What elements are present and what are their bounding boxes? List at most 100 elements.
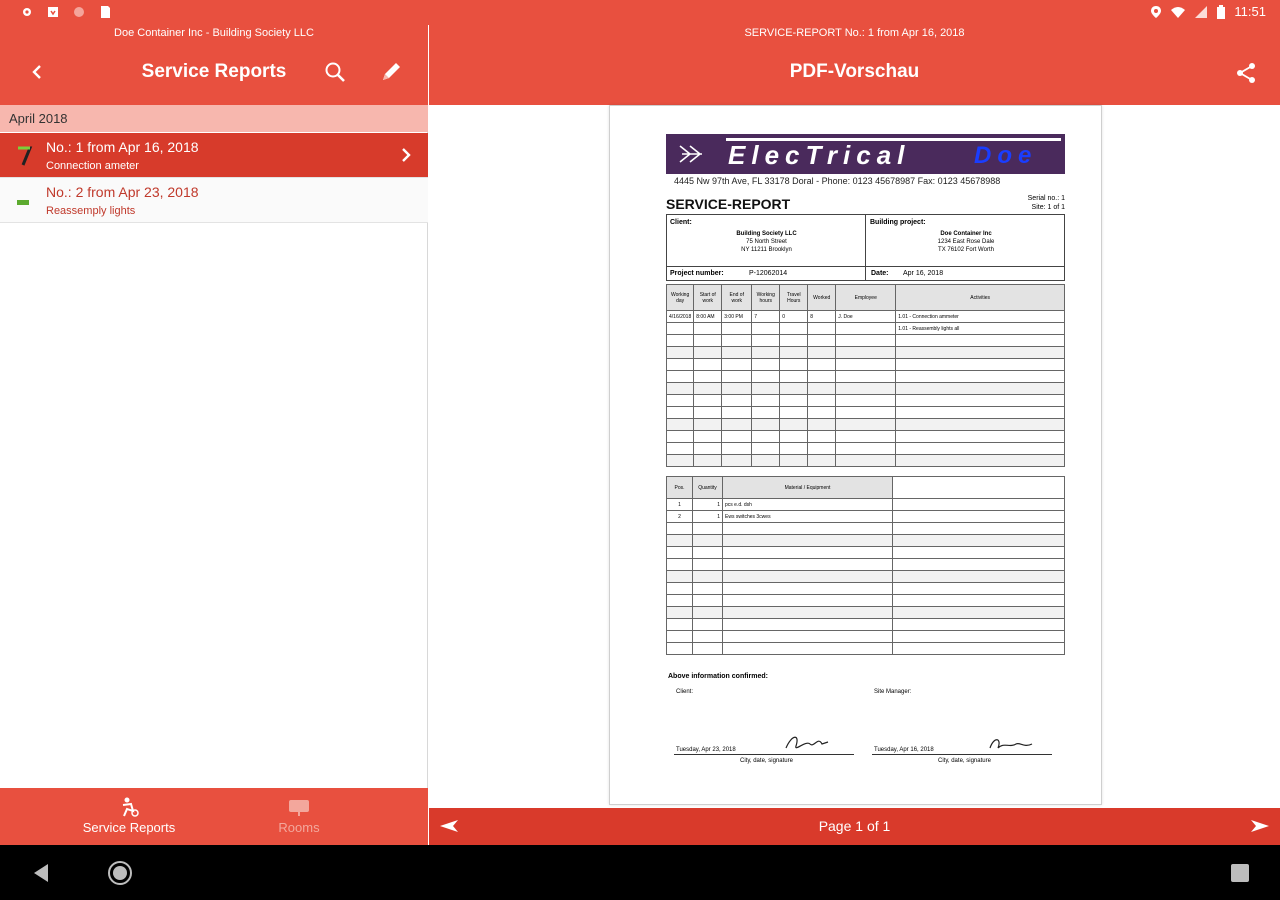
serial-number: Serial no.: 1 — [1027, 195, 1065, 202]
sd-card-icon — [101, 6, 110, 18]
status-left-icons — [20, 5, 112, 19]
col-header: Working hours — [751, 284, 781, 311]
material-row — [666, 570, 1065, 583]
download-icon — [48, 7, 58, 17]
work-hours-table: Working day Start of work End of work Wo… — [665, 284, 1065, 467]
recents-square-icon[interactable] — [1227, 860, 1253, 886]
material-row: 2 1 Ews switches 3cwes — [666, 510, 1065, 523]
nav-rooms[interactable]: Rooms — [192, 788, 406, 845]
brand-suffix: Doe — [974, 142, 1038, 169]
brand-name: ElecTrical — [728, 140, 911, 170]
material-cell: Ews switches 3cwes — [722, 510, 893, 523]
client-block: Client: Building Society LLC 75 North St… — [667, 215, 866, 266]
sync-icon — [74, 7, 84, 17]
material-row: 1 1 pcs e.d. dsh — [666, 498, 1065, 511]
confirmation-label: Above information confirmed: — [668, 673, 768, 680]
material-row — [666, 534, 1065, 547]
wifi-icon — [1171, 6, 1186, 18]
report-status-icon — [17, 200, 29, 205]
col-header: Employee — [835, 284, 897, 311]
project-number-cell: Project number: P-12062014 — [667, 267, 866, 281]
project-city: TX 76102 Fort Worth — [938, 247, 994, 253]
back-triangle-icon[interactable] — [28, 860, 54, 886]
status-time: 11:51 — [1234, 4, 1266, 19]
report-subtitle: Connection ameter — [46, 160, 139, 172]
work-row — [665, 442, 1065, 455]
work-cell: 4/16/2018 — [665, 310, 695, 323]
client-project-box: Client: Building Society LLC 75 North St… — [666, 214, 1065, 281]
nav-label: Rooms — [278, 820, 320, 835]
report-subtitle: Reassemply lights — [46, 205, 136, 217]
col-header: End of work — [721, 284, 753, 311]
pencil-icon[interactable] — [378, 59, 404, 85]
work-row — [665, 346, 1065, 359]
material-table-header: Pos. Quantity Material / Equipment — [666, 476, 1065, 499]
material-row — [666, 642, 1065, 655]
client-signature-label: Client: — [676, 689, 694, 695]
home-circle-icon[interactable] — [107, 860, 133, 886]
report-row-1[interactable]: No.: 1 from Apr 16, 2018 Connection amet… — [0, 133, 428, 178]
share-icon[interactable] — [1234, 61, 1258, 85]
material-table: Pos. Quantity Material / Equipment 1 1 p… — [666, 476, 1065, 655]
material-col-header: Material / Equipment — [722, 476, 893, 499]
left-subtitle: Doe Container Inc - Building Society LLC — [0, 25, 428, 43]
activity-cell: 1.01 - Connection ammeter — [895, 310, 1065, 323]
report-row-2[interactable]: No.: 2 from Apr 23, 2018 Reassemply ligh… — [0, 178, 428, 223]
work-cell: 7 — [751, 310, 781, 323]
company-banner: ElecTrical Doe — [666, 134, 1065, 174]
work-row — [665, 430, 1065, 443]
project-street: 1234 East Rose Dale — [937, 239, 995, 245]
pdf-viewer[interactable]: ElecTrical Doe 4445 Nw 97th Ave, FL 3317… — [429, 105, 1280, 808]
project-block: Building project: Doe Container Inc 1234… — [867, 215, 1065, 266]
manager-signature-caption: City, date, signature — [938, 758, 991, 764]
material-cell: 1 — [692, 510, 723, 523]
col-header: Working day — [665, 284, 695, 311]
material-row — [666, 582, 1065, 595]
client-signature-date: Tuesday, Apr 23, 2018 — [676, 747, 736, 753]
work-row — [665, 394, 1065, 407]
work-row — [665, 454, 1065, 467]
right-title: PDF-Vorschau — [789, 61, 920, 82]
manager-signature-line — [872, 754, 1052, 755]
serial-info: Serial no.: 1 Site: 1 of 1 — [1028, 194, 1065, 212]
material-row — [666, 630, 1065, 643]
pdf-pager: Page 1 of 1 — [429, 808, 1280, 845]
work-row: 1.01 - Reassembly lights all — [665, 322, 1065, 335]
work-cell: 3:00 PM — [721, 310, 753, 323]
next-page-icon[interactable] — [1250, 819, 1270, 833]
activity-cell: 1.01 - Reassembly lights all — [895, 322, 1065, 335]
client-signature-caption: City, date, signature — [740, 758, 793, 764]
col-header: Travel Hours — [779, 284, 809, 311]
company-address: 4445 Nw 97th Ave, FL 33178 Doral - Phone… — [674, 176, 1001, 186]
left-toolbar: Service Reports — [0, 43, 428, 105]
work-cell: 8 — [807, 310, 837, 323]
work-row — [665, 406, 1065, 419]
material-cell: 1 — [692, 498, 723, 511]
settings-icon — [23, 8, 31, 16]
project-meta-row: Project number: P-12062014 Date: Apr 16,… — [667, 266, 1064, 281]
page-indicator: Page 1 of 1 — [818, 818, 891, 834]
project-label: Building project: — [870, 219, 926, 226]
manager-signature-date: Tuesday, Apr 16, 2018 — [874, 747, 934, 753]
material-row — [666, 558, 1065, 571]
client-signature-line — [674, 754, 854, 755]
location-icon — [1151, 5, 1162, 18]
project-number-label: Project number: — [670, 270, 724, 277]
project-number: P-12062014 — [749, 270, 788, 277]
search-icon[interactable] — [322, 59, 348, 85]
col-header: Start of work — [693, 284, 723, 311]
work-cell: 0 — [779, 310, 809, 323]
col-header: Activities — [895, 284, 1065, 311]
section-header-month: April 2018 — [0, 105, 428, 132]
date-label: Date: — [871, 270, 889, 277]
report-date: Apr 16, 2018 — [903, 270, 944, 277]
report-title: No.: 1 from Apr 16, 2018 — [46, 139, 199, 155]
rooms-icon — [289, 800, 309, 816]
battery-icon — [1217, 4, 1226, 19]
right-toolbar: PDF-Vorschau — [429, 43, 1280, 105]
work-row — [665, 358, 1065, 371]
status-bar: 11:51 — [0, 0, 1280, 25]
report-title: No.: 2 from Apr 23, 2018 — [46, 184, 199, 200]
client-label: Client: — [670, 219, 692, 226]
document-title: SERVICE-REPORT — [666, 196, 791, 212]
